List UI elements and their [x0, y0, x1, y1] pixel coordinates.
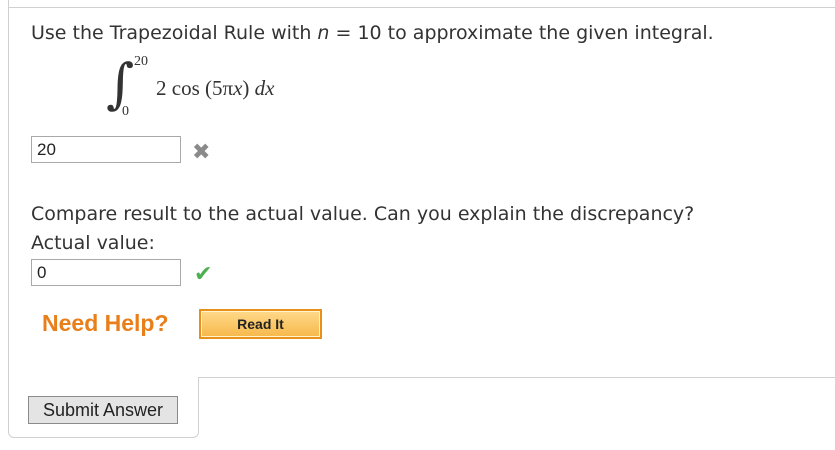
- integral-upper-limit: 20: [134, 54, 148, 69]
- question-variable: n: [317, 22, 330, 44]
- answer-input-approximation[interactable]: [31, 136, 181, 163]
- integrand-close: ): [242, 76, 255, 100]
- correct-check-icon: ✔: [194, 262, 213, 287]
- integrand-main: 2 cos (5π: [156, 76, 234, 100]
- compare-prompt: Compare result to the actual value. Can …: [31, 203, 695, 225]
- incorrect-x-icon: ✖: [192, 140, 211, 165]
- question-prefix: Use the Trapezoidal Rule with: [31, 22, 318, 44]
- integrand-differential: dx: [254, 76, 275, 100]
- integral-sign-icon: ∫: [106, 52, 135, 115]
- integral-expression: ∫ 20 0 2 cos (5πx) dx: [106, 54, 326, 126]
- divider: [199, 377, 835, 378]
- read-it-button[interactable]: Read It: [199, 309, 322, 339]
- actual-value-label: Actual value:: [31, 232, 155, 254]
- card-top-border: [8, 0, 835, 8]
- integral-lower-limit: 0: [122, 104, 129, 119]
- need-help-label: Need Help?: [42, 310, 169, 336]
- integrand: 2 cos (5πx) dx: [156, 76, 275, 101]
- submit-answer-button[interactable]: Submit Answer: [28, 396, 178, 424]
- question-suffix: = 10 to approximate the given integral.: [329, 22, 714, 44]
- answer-input-actual-value[interactable]: [31, 259, 181, 286]
- question-text: Use the Trapezoidal Rule with n = 10 to …: [31, 20, 714, 46]
